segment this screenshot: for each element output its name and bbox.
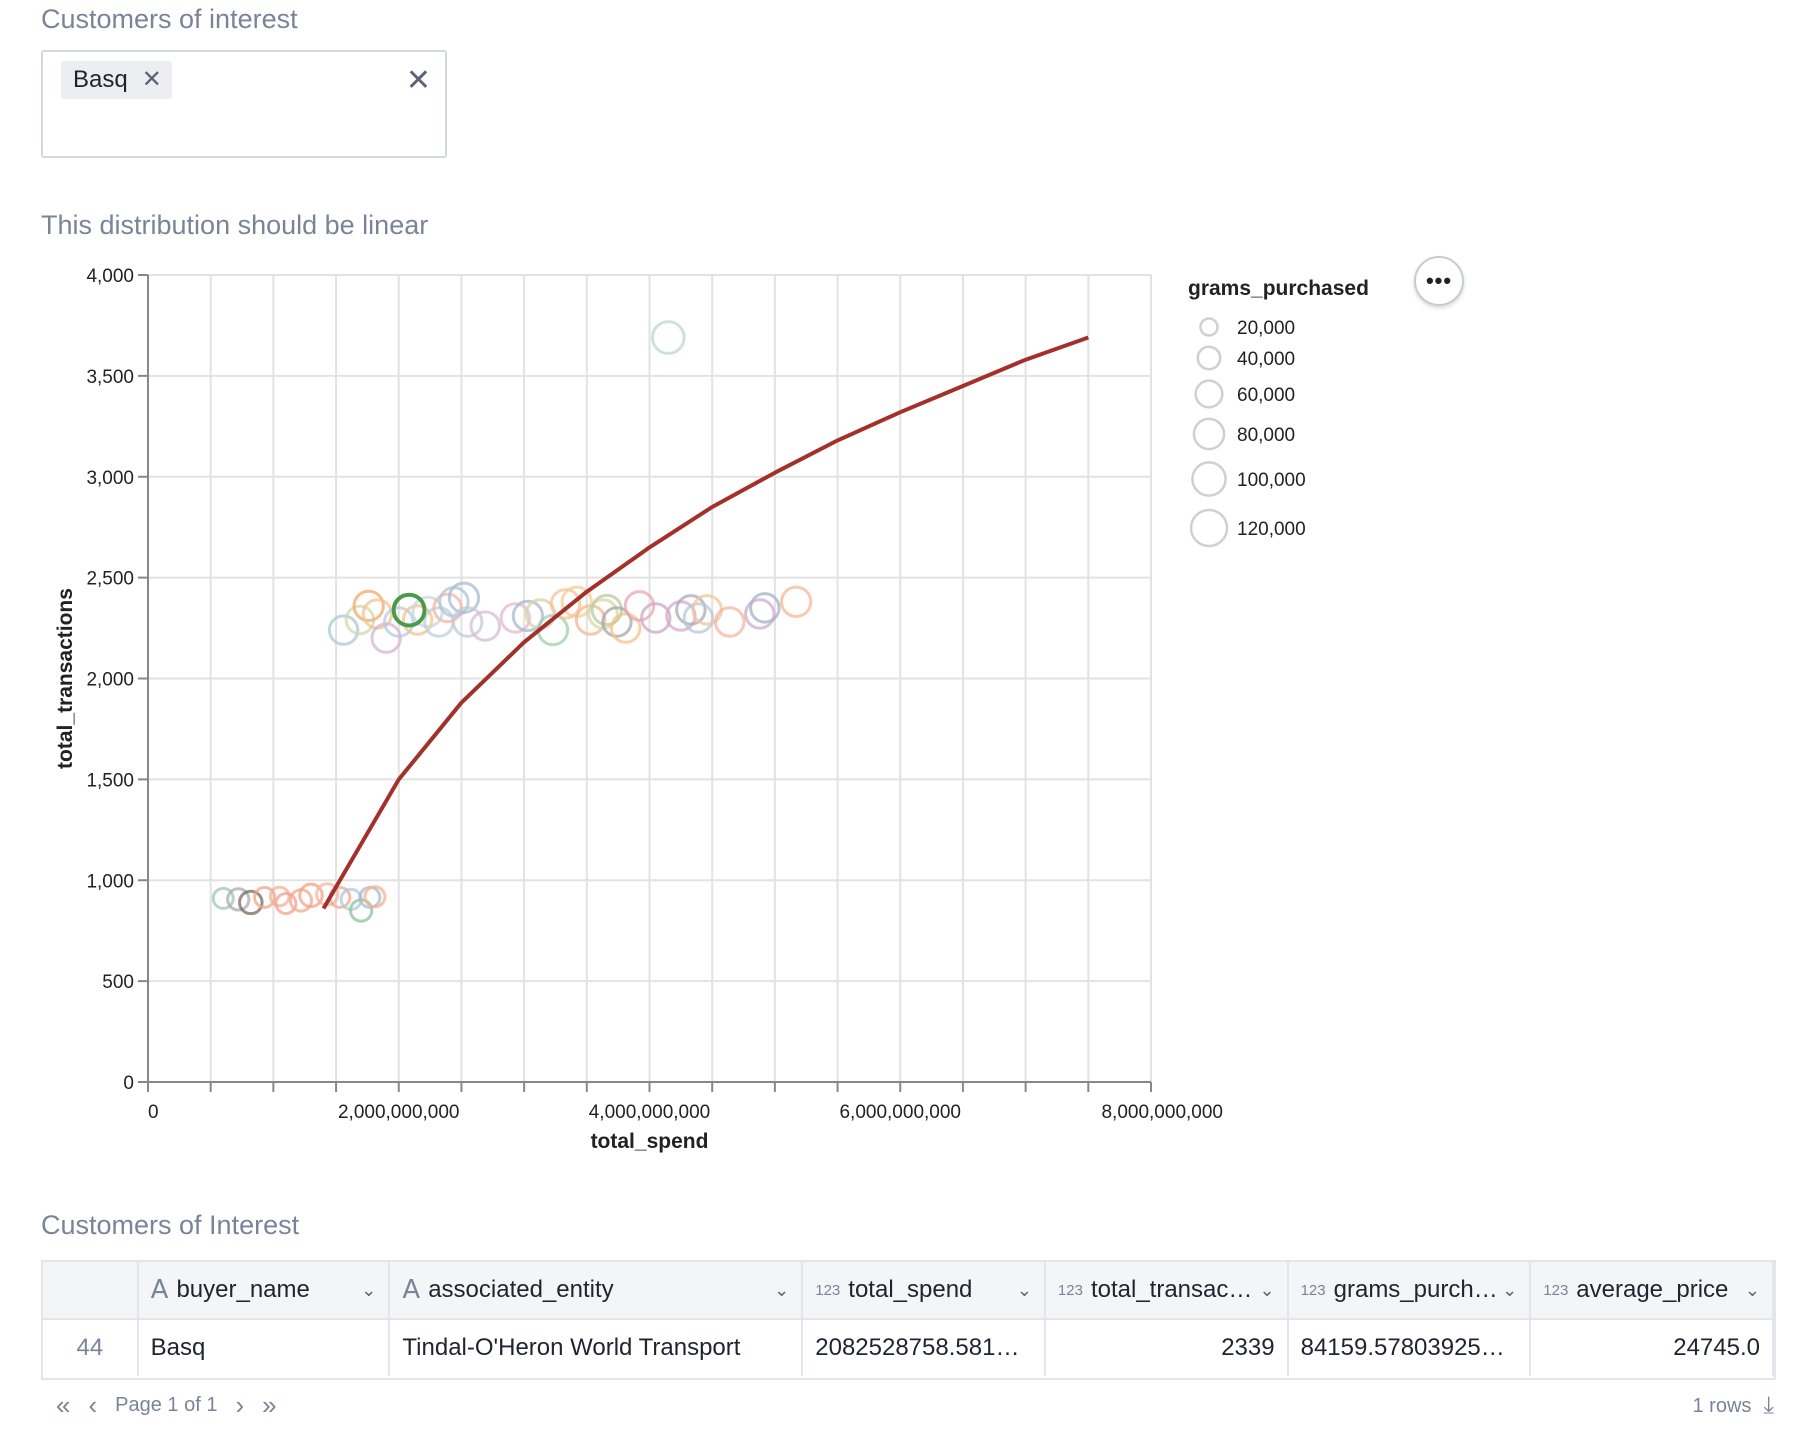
column-header-associated-entity[interactable]: Aassociated_entity ⌄ — [389, 1262, 804, 1320]
download-icon[interactable]: ⤓ — [1763, 1392, 1774, 1420]
first-page-button[interactable]: « — [56, 1390, 70, 1421]
y-tick-label: 500 — [102, 972, 134, 993]
column-label: grams_purch… — [1333, 1276, 1498, 1303]
y-axis-title: total_transactions — [54, 588, 77, 769]
x-tick-label: 2,000,000,000 — [338, 1102, 460, 1123]
y-tick-label: 4,000 — [86, 266, 134, 287]
legend-symbol — [1189, 508, 1229, 548]
x-axis-title: total_spend — [591, 1130, 709, 1153]
y-tick-label: 3,000 — [86, 468, 134, 489]
data-table: Abuyer_name ⌄ Aassociated_entity ⌄ 123 tota… — [41, 1260, 1776, 1380]
x-tick-label: 8,000,000,000 — [1101, 1102, 1223, 1123]
clear-all-icon[interactable]: ✕ — [406, 66, 431, 96]
data-point — [714, 606, 746, 638]
data-point — [238, 889, 264, 916]
number-type-icon: 123 — [1300, 1281, 1326, 1299]
chip-label: Basq — [73, 66, 128, 93]
chevron-down-icon[interactable]: ⌄ — [774, 1280, 789, 1301]
next-page-button[interactable]: › — [235, 1390, 244, 1421]
chevron-down-icon[interactable]: ⌄ — [1502, 1280, 1517, 1301]
legend-label: 60,000 — [1237, 385, 1295, 406]
column-header-average-price[interactable]: 123 average_price ⌄ — [1530, 1262, 1774, 1320]
data-point — [780, 585, 813, 618]
cell-buyer-name[interactable]: Basq — [137, 1319, 391, 1376]
y-tick-label: 0 — [123, 1073, 134, 1094]
chip-remove-icon[interactable]: ✕ — [142, 68, 162, 92]
legend-symbol — [1194, 379, 1224, 409]
y-tick-label: 2,500 — [86, 569, 134, 590]
legend-symbol — [1199, 317, 1219, 337]
table-header-row: Abuyer_name ⌄ Aassociated_entity ⌄ 123 tota… — [43, 1262, 1774, 1320]
data-point — [650, 320, 686, 355]
column-label: total_spend — [848, 1276, 973, 1303]
y-tick-label: 1,000 — [86, 871, 134, 892]
row-index: 44 — [43, 1319, 139, 1376]
data-point — [682, 602, 715, 634]
data-point — [327, 614, 360, 646]
number-type-icon: 123 — [1543, 1281, 1569, 1299]
column-header-buyer-name[interactable]: Abuyer_name ⌄ — [137, 1262, 391, 1320]
y-tick-label: 1,500 — [86, 770, 134, 791]
last-page-button[interactable]: » — [262, 1390, 276, 1421]
more-options-button[interactable]: ••• — [1414, 256, 1464, 306]
customer-multiselect[interactable]: Basq ✕ ✕ — [41, 50, 447, 158]
chevron-down-icon[interactable]: ⌄ — [1260, 1280, 1275, 1301]
cell-total-transactions[interactable]: 2339 — [1044, 1319, 1289, 1376]
chart-title: This distribution should be linear — [41, 210, 429, 240]
cell-grams-purchased[interactable]: 84159.57803925… — [1287, 1319, 1532, 1376]
data-point — [675, 594, 707, 626]
column-header-total-transactions[interactable]: 123 total_transac… ⌄ — [1044, 1262, 1289, 1320]
pagination: « ‹ Page 1 of 1 › » — [56, 1390, 277, 1421]
legend-label: 100,000 — [1237, 470, 1306, 491]
table-title: Customers of Interest — [41, 1210, 300, 1240]
cell-average-price[interactable]: 24745.0 — [1530, 1319, 1774, 1376]
y-tick-label: 3,500 — [86, 367, 134, 388]
column-header-grams-purchased[interactable]: 123 grams_purch… ⌄ — [1287, 1262, 1532, 1320]
legend-label: 40,000 — [1237, 349, 1295, 370]
scatter-chart: 0 2,000,000,000 4,000,000,000 6,000,000,000… — [54, 266, 1369, 1153]
number-type-icon: 123 — [815, 1281, 841, 1299]
legend-label: 120,000 — [1237, 519, 1306, 540]
chevron-down-icon[interactable]: ⌄ — [1745, 1280, 1760, 1301]
page-indicator: Page 1 of 1 — [115, 1394, 218, 1416]
legend-label: 80,000 — [1237, 425, 1295, 446]
table-row[interactable]: 44 Basq Tindal-O'Heron World Transport 2… — [43, 1319, 1774, 1376]
column-label: total_transac… — [1090, 1276, 1253, 1303]
column-label: average_price — [1576, 1276, 1729, 1303]
x-tick-label: 0 — [148, 1102, 159, 1123]
row-count: 1 rows ⤓ — [1692, 1392, 1774, 1420]
legend-label: 20,000 — [1237, 318, 1295, 339]
data-point — [469, 610, 501, 642]
cell-total-spend[interactable]: 2082528758.581… — [802, 1319, 1046, 1376]
text-type-icon: A — [402, 1275, 421, 1305]
column-header-index — [43, 1262, 139, 1320]
y-tick-label: 2,000 — [86, 670, 134, 691]
number-type-icon: 123 — [1057, 1281, 1083, 1299]
column-label: buyer_name — [176, 1276, 310, 1303]
filter-title: Customers of interest — [41, 4, 298, 34]
legend-symbol — [1192, 417, 1226, 451]
legend-title: grams_purchased — [1188, 277, 1369, 300]
cell-associated-entity[interactable]: Tindal-O'Heron World Transport — [389, 1319, 804, 1376]
prev-page-button[interactable]: ‹ — [88, 1390, 97, 1421]
x-tick-label: 4,000,000,000 — [589, 1102, 711, 1123]
legend-symbol — [1196, 345, 1222, 371]
column-label: associated_entity — [428, 1276, 614, 1303]
legend-symbol — [1191, 461, 1227, 497]
column-header-total-spend[interactable]: 123 total_spend ⌄ — [802, 1262, 1046, 1320]
chip-basq: Basq ✕ — [61, 61, 172, 99]
chevron-down-icon[interactable]: ⌄ — [1017, 1280, 1032, 1301]
row-count-label: 1 rows — [1692, 1394, 1752, 1417]
x-tick-label: 6,000,000,000 — [839, 1102, 961, 1123]
chevron-down-icon[interactable]: ⌄ — [361, 1280, 376, 1301]
text-type-icon: A — [150, 1275, 169, 1305]
